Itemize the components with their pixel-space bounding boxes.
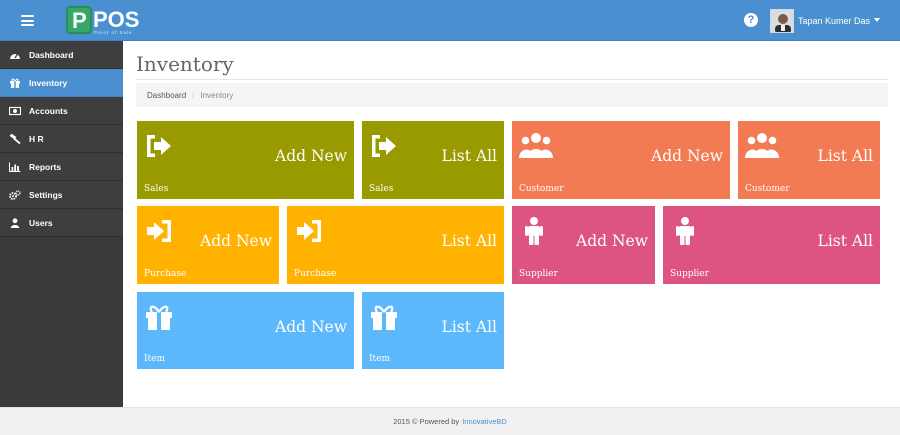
breadcrumb-current: Inventory <box>200 90 234 100</box>
tile-entity-label: Supplier <box>670 269 709 279</box>
caret-down-icon <box>874 18 881 22</box>
tile-action-label: Add New <box>275 147 347 165</box>
tile-purchase-add-new[interactable]: Add New Purchase <box>137 206 279 284</box>
sidebar-item-label: Reports <box>29 161 62 172</box>
tile-entity-label: Item <box>369 354 391 364</box>
tile-action-label: Add New <box>651 147 723 165</box>
male-icon <box>525 217 543 245</box>
breadcrumb: Dashboard / Inventory <box>136 83 888 107</box>
male-icon <box>676 217 694 245</box>
tile-action-label: List All <box>441 147 497 165</box>
gift-icon <box>9 78 21 88</box>
sidebar-item-dashboard[interactable]: Dashboard <box>0 41 123 69</box>
tile-action-label: Add New <box>275 318 347 336</box>
sidebar-item-users[interactable]: Users <box>0 209 123 237</box>
tile-sales-list-all[interactable]: List All Sales <box>362 121 504 199</box>
divider <box>136 79 888 80</box>
sidebar-item-label: H R <box>29 133 44 144</box>
tile-entity-label: Purchase <box>294 269 337 279</box>
menu-toggle-button[interactable] <box>0 0 54 41</box>
sidebar: Dashboard Inventory Accounts H R Reports <box>0 41 123 407</box>
sidebar-item-settings[interactable]: Settings <box>0 181 123 209</box>
footer-text: 2015 © Powered by <box>393 417 460 426</box>
tile-action-label: List All <box>441 318 497 336</box>
sidebar-item-inventory[interactable]: Inventory <box>0 69 123 97</box>
user-icon <box>9 217 21 228</box>
footer-link-innovativebd[interactable]: InnovativeBD <box>462 417 507 426</box>
help-icon[interactable]: ? <box>744 13 758 27</box>
tile-entity-label: Purchase <box>144 269 187 279</box>
tile-customer-add-new[interactable]: Add New Customer <box>512 121 730 199</box>
sign-in-box-icon <box>297 220 321 242</box>
top-navbar: P POS Point of Sale ? Tapan Kumer Das <box>0 0 900 41</box>
footer: 2015 © Powered by InnovativeBD <box>0 407 900 435</box>
users-icon <box>745 133 779 158</box>
sidebar-item-accounts[interactable]: Accounts <box>0 97 123 125</box>
tile-action-label: Add New <box>576 232 648 250</box>
gift-icon <box>146 305 172 330</box>
user-menu[interactable]: Tapan Kumer Das <box>770 9 881 33</box>
tile-item-add-new[interactable]: Add New Item <box>137 292 354 369</box>
sidebar-item-label: Inventory <box>29 77 68 88</box>
dashboard-icon <box>9 50 21 60</box>
users-icon <box>519 133 553 158</box>
sidebar-item-label: Accounts <box>29 105 68 116</box>
sign-in-icon <box>147 135 171 157</box>
tile-supplier-list-all[interactable]: List All Supplier <box>663 206 880 284</box>
logo-tagline: Point of Sale <box>94 30 133 35</box>
tile-action-label: List All <box>817 232 873 250</box>
tile-entity-label: Customer <box>745 184 790 194</box>
sidebar-item-reports[interactable]: Reports <box>0 153 123 181</box>
tile-customer-list-all[interactable]: List All Customer <box>738 121 880 199</box>
tile-action-label: Add New <box>200 232 272 250</box>
money-icon <box>9 106 21 116</box>
avatar <box>770 9 794 33</box>
svg-text:P: P <box>72 8 87 33</box>
tile-entity-label: Sales <box>144 184 169 194</box>
tile-action-label: List All <box>441 232 497 250</box>
hamburger-icon <box>20 15 34 26</box>
pos-logo[interactable]: P POS Point of Sale <box>66 5 156 36</box>
logo-text: POS <box>93 7 139 32</box>
breadcrumb-link-dashboard[interactable]: Dashboard <box>147 91 186 100</box>
tile-sales-add-new[interactable]: Add New Sales <box>137 121 354 199</box>
cogs-icon <box>9 189 21 200</box>
app-window: P POS Point of Sale ? Tapan Kumer Das Da… <box>0 0 900 435</box>
tile-action-label: List All <box>817 147 873 165</box>
breadcrumb-separator: / <box>192 90 195 100</box>
gift-icon <box>371 305 397 330</box>
pos-logo-icon: P POS Point of Sale <box>66 6 139 35</box>
sign-in-icon <box>372 135 396 157</box>
page-title: Inventory <box>136 52 234 76</box>
tile-entity-label: Customer <box>519 184 564 194</box>
user-name: Tapan Kumer Das <box>798 16 871 26</box>
tile-supplier-add-new[interactable]: Add New Supplier <box>512 206 655 284</box>
tile-purchase-list-all[interactable]: List All Purchase <box>287 206 504 284</box>
sidebar-item-label: Settings <box>29 189 63 200</box>
tile-entity-label: Supplier <box>519 269 558 279</box>
tile-item-list-all[interactable]: List All Item <box>362 292 504 369</box>
gavel-icon <box>9 133 21 144</box>
tile-entity-label: Sales <box>369 184 394 194</box>
sidebar-item-label: Dashboard <box>29 49 74 60</box>
sidebar-item-label: Users <box>29 217 53 228</box>
user-photo-icon <box>771 10 793 32</box>
sign-in-box-icon <box>147 220 171 242</box>
sidebar-item-hr[interactable]: H R <box>0 125 123 153</box>
bar-chart-icon <box>9 162 21 172</box>
tile-entity-label: Item <box>144 354 166 364</box>
